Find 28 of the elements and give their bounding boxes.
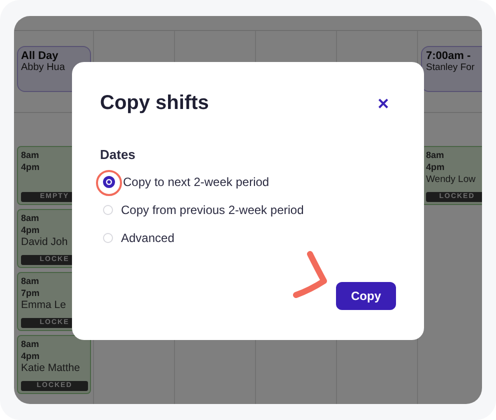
shift-person: Emma Le — [21, 299, 67, 312]
shift-person: David Joh — [21, 236, 69, 249]
shift-person: Wendy Low — [426, 173, 476, 186]
shift-start: 8am — [21, 212, 40, 224]
dialog-title: Copy shifts — [100, 92, 209, 115]
shift-person: Katie Matthe — [21, 362, 81, 375]
option-label[interactable]: Copy from previous 2-week period — [121, 203, 304, 217]
close-button[interactable]: ✕ — [375, 92, 392, 114]
event-person: Abby Hua — [21, 62, 66, 73]
shift-end: 4pm — [426, 161, 446, 173]
annotation-circle — [96, 170, 122, 196]
section-label: Dates — [100, 147, 136, 162]
shift-end: 4pm — [21, 224, 41, 236]
shift-end: 7pm — [21, 287, 41, 299]
all-day-event[interactable]: 7:00am - Stanley For — [421, 46, 482, 92]
event-time: 7:00am - — [426, 50, 472, 62]
shift-end: 4pm — [21, 161, 41, 173]
shift-start: 8am — [426, 149, 446, 161]
radio-button[interactable] — [103, 176, 115, 188]
shift-start: 8am — [21, 338, 40, 350]
option-label[interactable]: Advanced — [121, 231, 174, 245]
event-time: All Day — [21, 50, 60, 62]
event-person: Stanley For — [426, 62, 476, 73]
shift-start: 8am — [21, 149, 40, 161]
copy-button[interactable]: Copy — [336, 282, 396, 310]
option-label[interactable]: Copy to next 2-week period — [123, 175, 270, 189]
shift-start: 8am — [21, 275, 40, 287]
shift-end: 4pm — [21, 350, 41, 362]
